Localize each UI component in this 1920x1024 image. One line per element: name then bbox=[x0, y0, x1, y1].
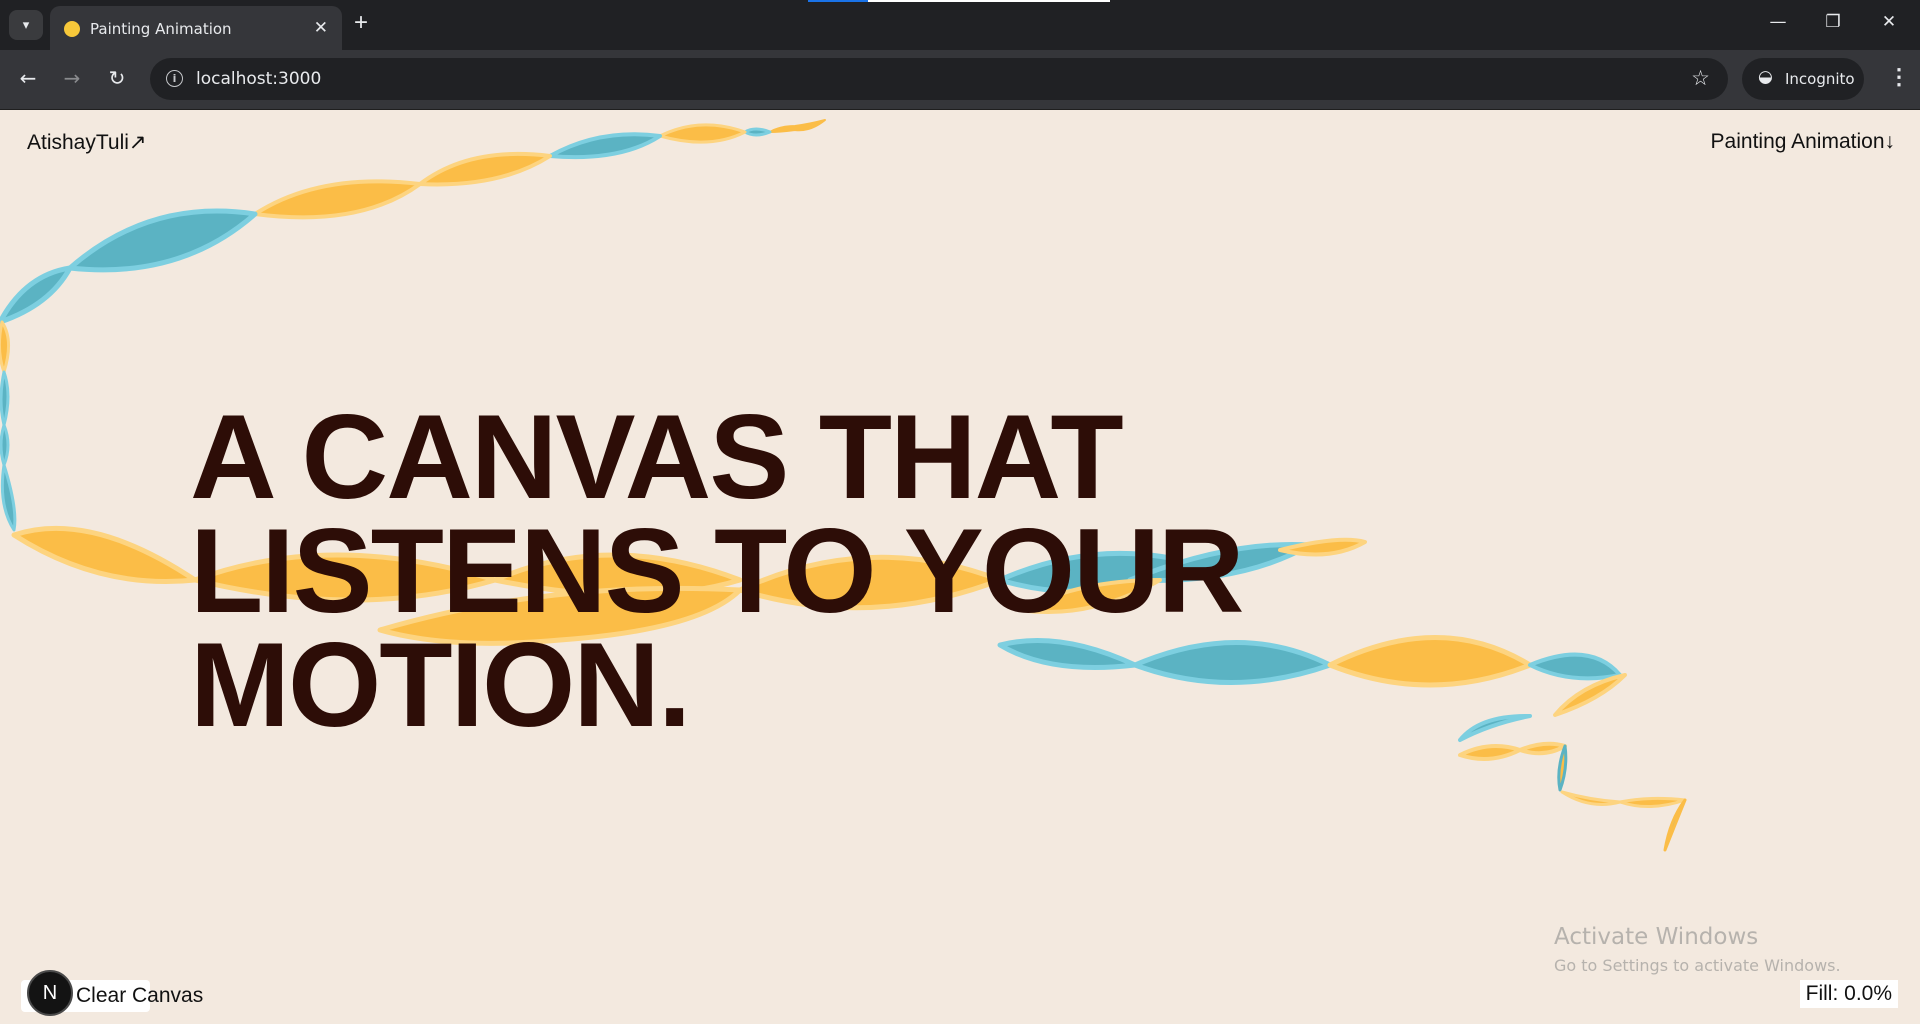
favicon-icon bbox=[64, 21, 80, 37]
minimize-button[interactable]: — bbox=[1763, 12, 1793, 32]
loading-bar bbox=[808, 0, 1110, 2]
hero-line: A CANVAS THAT bbox=[190, 390, 1124, 524]
tab-close-icon[interactable]: ✕ bbox=[314, 18, 328, 38]
hero-line: LISTENS TO YOUR bbox=[190, 504, 1244, 638]
brand-link[interactable]: AtishayTuli↗ bbox=[27, 130, 147, 155]
painting-animation-link[interactable]: Painting Animation↓ bbox=[1711, 130, 1895, 154]
restore-button[interactable]: ❐ bbox=[1818, 12, 1848, 32]
close-window-button[interactable]: ✕ bbox=[1874, 12, 1904, 32]
info-icon[interactable]: i bbox=[166, 70, 183, 87]
new-tab-button[interactable]: + bbox=[354, 11, 368, 35]
hero-line: MOTION. bbox=[190, 618, 691, 752]
page-canvas[interactable]: AtishayTuli↗ Painting Animation↓ A CANVA… bbox=[0, 110, 1920, 1024]
watermark-subtitle: Go to Settings to activate Windows. bbox=[1554, 956, 1841, 975]
forward-icon[interactable]: → bbox=[59, 66, 85, 90]
tab-title: Painting Animation bbox=[90, 20, 232, 38]
clear-canvas-label[interactable]: Clear Canvas bbox=[76, 984, 203, 1008]
bookmark-star-icon[interactable]: ☆ bbox=[1691, 66, 1710, 91]
address-bar[interactable]: i localhost:3000 ☆ bbox=[150, 58, 1728, 100]
hero-heading: A CANVAS THAT LISTENS TO YOUR MOTION. bbox=[190, 390, 1244, 752]
browser-toolbar: ← → ↻ i localhost:3000 ☆ ◒ Incognito ⋮ bbox=[0, 50, 1920, 110]
browser-tab[interactable]: Painting Animation ✕ bbox=[50, 6, 342, 50]
back-icon[interactable]: ← bbox=[15, 66, 41, 90]
incognito-label: Incognito bbox=[1785, 70, 1855, 88]
activate-windows-watermark: Activate Windows Go to Settings to activ… bbox=[1554, 924, 1841, 975]
browser-tab-bar: ▾ Painting Animation ✕ + — ❐ ✕ bbox=[0, 0, 1920, 50]
incognito-icon: ◒ bbox=[1758, 67, 1773, 87]
nextjs-dev-badge[interactable]: N bbox=[27, 970, 73, 1016]
reload-icon[interactable]: ↻ bbox=[104, 66, 130, 90]
watermark-title: Activate Windows bbox=[1554, 924, 1759, 950]
tab-search-icon[interactable]: ▾ bbox=[9, 10, 43, 40]
url-text[interactable]: localhost:3000 bbox=[196, 69, 321, 89]
menu-icon[interactable]: ⋮ bbox=[1888, 64, 1910, 90]
fill-percentage: Fill: 0.0% bbox=[1799, 980, 1898, 1008]
incognito-button[interactable]: ◒ Incognito bbox=[1742, 58, 1864, 100]
